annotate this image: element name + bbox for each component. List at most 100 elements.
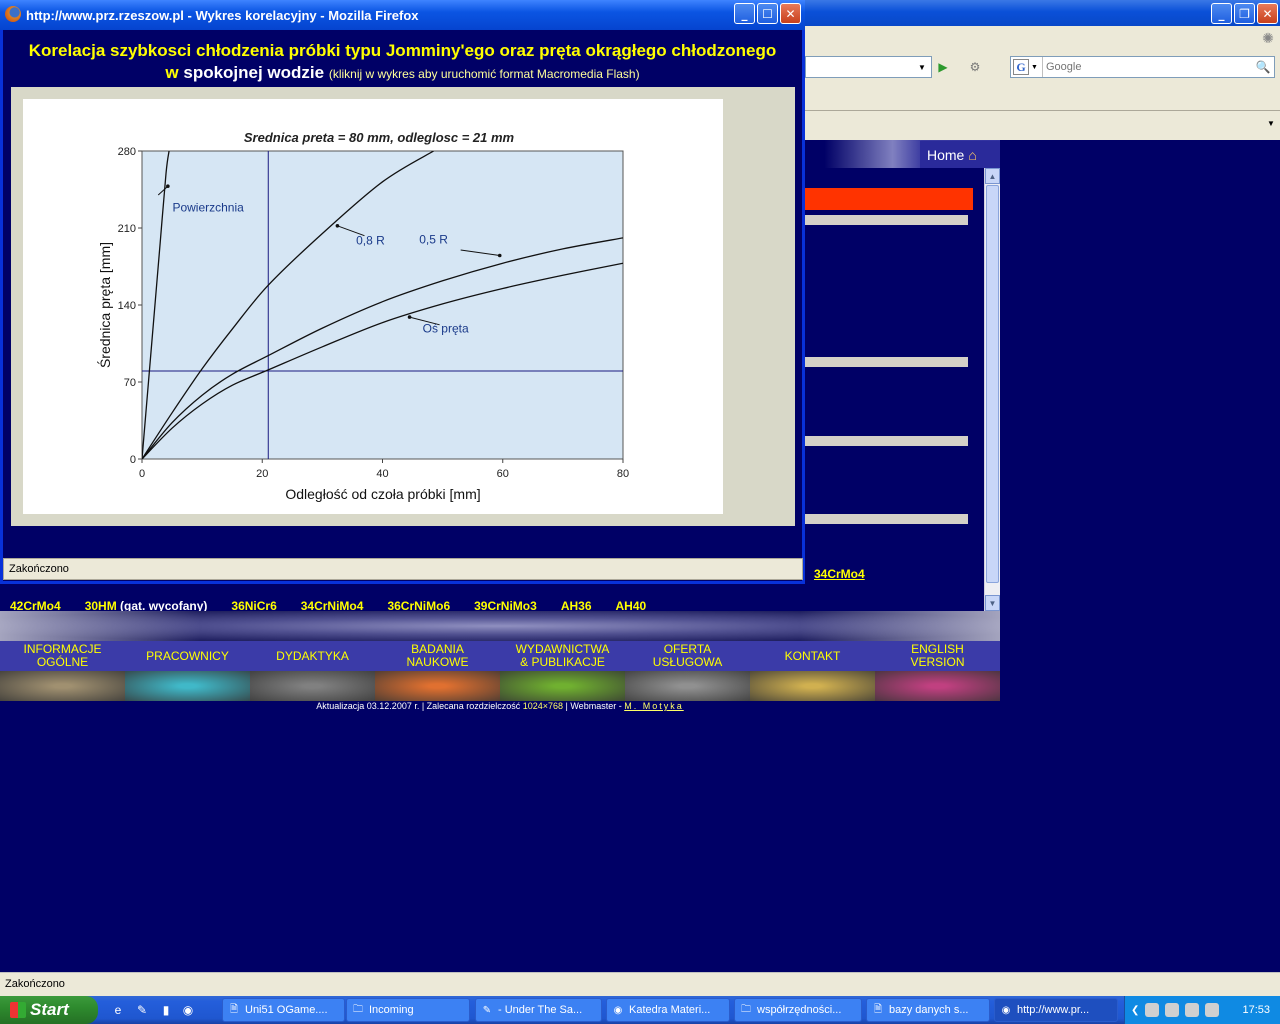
webmaster-link[interactable]: M. Motyka — [624, 701, 684, 711]
chart-svg[interactable]: Srednica preta = 80 mm, odleglosc = 21 m… — [23, 99, 723, 514]
frame-scrollbar[interactable]: ▲ ▼ — [984, 168, 1000, 611]
series-label: Oś pręta — [423, 322, 469, 336]
nav-item[interactable]: KONTAKT — [750, 641, 875, 671]
nav-image[interactable] — [875, 671, 1000, 701]
ie-icon[interactable]: e — [110, 1002, 126, 1018]
main-navigation: INFORMACJE OGÓLNE PRACOWNICY DYDAKTYKA BADA… — [0, 641, 1000, 671]
extension-icon[interactable]: ⚙ — [966, 57, 984, 77]
scroll-thumb[interactable] — [986, 185, 999, 583]
series-label: 0,8 R — [356, 234, 385, 248]
nav-image[interactable] — [625, 671, 750, 701]
popup-window: http://www.prz.rzeszow.pl - Wykres korel… — [0, 0, 805, 584]
windows-logo-icon — [10, 1002, 26, 1018]
y-tick-label: 140 — [118, 300, 136, 312]
firefox-icon[interactable]: ◉ — [180, 1002, 196, 1018]
x-tick-label: 20 — [256, 468, 268, 480]
nav-item[interactable]: OFERTA USŁUGOWA — [625, 641, 750, 671]
tray-icon[interactable] — [1185, 1003, 1200, 1017]
footer-update-text: Aktualizacja 03.12.2007 r. | Zalecana ro… — [316, 701, 523, 711]
series-label: 0,5 R — [419, 232, 448, 246]
window-icon: ◉ — [613, 1004, 623, 1016]
quicklaunch-icon[interactable]: ▮ — [158, 1002, 174, 1018]
nav-image[interactable] — [250, 671, 375, 701]
go-icon[interactable]: ▶ — [934, 57, 952, 77]
tray-icon[interactable] — [1145, 1003, 1160, 1017]
y-tick-label: 0 — [130, 454, 136, 466]
restore-icon[interactable]: ❐ — [1234, 3, 1255, 24]
annotation-arrowhead — [497, 253, 502, 258]
background-status-bar: Zakończono — [0, 972, 1280, 996]
nav-image[interactable] — [0, 671, 125, 701]
x-tick-label: 80 — [617, 468, 629, 480]
nav-item[interactable]: ENGLISH VERSION — [875, 641, 1000, 671]
steel-link[interactable]: 34CrMo4 — [814, 567, 865, 581]
chart-frame: Srednica preta = 80 mm, odleglosc = 21 m… — [11, 87, 795, 526]
search-input[interactable] — [1043, 58, 1252, 76]
nav-item[interactable]: DYDAKTYKA — [250, 641, 375, 671]
window-icon: 🗀 — [741, 1003, 751, 1015]
search-icon[interactable]: 🔍 — [1252, 60, 1274, 74]
taskbar: Start e ✎ ▮ ◉ 🗎 Uni51 OGame.... 🗀 Incoming ✎… — [0, 996, 1280, 1024]
heading-water: spokojnej wodzie — [183, 63, 325, 82]
heading-w: w — [165, 63, 179, 82]
y-tick-label: 280 — [118, 146, 136, 158]
correlation-chart[interactable]: Srednica preta = 80 mm, odleglosc = 21 m… — [23, 99, 723, 514]
footer-resolution: 1024×768 — [522, 701, 564, 711]
tray-expand-icon[interactable]: ❮ — [1131, 1005, 1139, 1016]
taskbar-button-label: Uni51 OGame.... — [245, 1004, 328, 1016]
taskbar-button-label: bazy danych s... — [889, 1004, 969, 1016]
taskbar-button[interactable]: ◉ Katedra Materi... — [606, 998, 730, 1022]
minimize-icon[interactable]: _ — [1211, 3, 1232, 24]
nav-item[interactable]: BADANIA NAUKOWE — [375, 641, 500, 671]
taskbar-button-label: - Under The Sa... — [498, 1004, 583, 1016]
google-icon: G — [1013, 59, 1029, 75]
scroll-up-icon[interactable]: ▲ — [985, 168, 1000, 184]
tray-icon[interactable] — [1165, 1003, 1180, 1017]
tabs-menu-icon[interactable]: ▼ — [1264, 116, 1278, 130]
home-link[interactable]: Home ⌂ — [920, 141, 1000, 168]
taskbar-button-label: http://www.pr... — [1017, 1004, 1090, 1016]
search-engine-selector[interactable]: G ▼ — [1011, 57, 1043, 77]
taskbar-button[interactable]: ✎ - Under The Sa... — [475, 998, 602, 1022]
y-axis-label: Średnica pręta [mm] — [96, 242, 113, 368]
start-button[interactable]: Start — [0, 996, 98, 1024]
search-box[interactable]: G ▼ 🔍 — [1010, 56, 1275, 78]
quicklaunch-icon[interactable]: ✎ — [134, 1002, 150, 1018]
nav-image[interactable] — [125, 671, 250, 701]
close-icon[interactable]: ✕ — [1257, 3, 1278, 24]
taskbar-button[interactable]: 🗀 Incoming — [346, 998, 470, 1022]
divider — [805, 436, 968, 446]
x-tick-label: 60 — [497, 468, 509, 480]
taskbar-button[interactable]: ◉ http://www.pr... — [994, 998, 1118, 1022]
section-header-bar — [805, 188, 973, 210]
popup-titlebar[interactable]: http://www.prz.rzeszow.pl - Wykres korel… — [0, 0, 805, 30]
popup-title: http://www.prz.rzeszow.pl - Wykres korel… — [26, 7, 419, 23]
chevron-down-icon: ▼ — [1031, 63, 1038, 71]
nav-item[interactable]: INFORMACJE OGÓLNE — [0, 641, 125, 671]
home-icon: ⌂ — [968, 146, 977, 163]
navigation-images — [0, 671, 1000, 701]
popup-content: Korelacja szybkosci chłodzenia próbki ty… — [3, 30, 802, 558]
taskbar-button[interactable]: 🗀 współrzędności... — [734, 998, 862, 1022]
taskbar-button[interactable]: 🗎 Uni51 OGame.... — [222, 998, 345, 1022]
annotation-arrowhead — [335, 224, 340, 228]
taskbar-button-label: Katedra Materi... — [629, 1004, 711, 1016]
window-icon: 🗎 — [229, 1003, 239, 1015]
url-dropdown-icon[interactable]: ▼ — [913, 57, 931, 77]
nav-image[interactable] — [375, 671, 500, 701]
tray-icon[interactable] — [1205, 1003, 1220, 1017]
minimize-icon[interactable]: _ — [734, 3, 755, 24]
nav-image[interactable] — [500, 671, 625, 701]
taskbar-button[interactable]: 🗎 bazy danych s... — [866, 998, 990, 1022]
nav-item[interactable]: WYDAWNICTWA & PUBLIKACJE — [500, 641, 625, 671]
annotation-arrowhead — [166, 184, 170, 188]
nav-item[interactable]: PRACOWNICY — [125, 641, 250, 671]
footer-webmaster-label: | Webmaster - — [563, 701, 625, 711]
scroll-down-icon[interactable]: ▼ — [985, 595, 1000, 611]
chart-title: Srednica preta = 80 mm, odleglosc = 21 m… — [244, 130, 515, 145]
close-icon[interactable]: ✕ — [780, 3, 801, 24]
divider — [805, 514, 968, 524]
series-label: Powierzchnia — [172, 201, 244, 215]
maximize-icon[interactable]: ☐ — [757, 3, 778, 24]
nav-image[interactable] — [750, 671, 875, 701]
